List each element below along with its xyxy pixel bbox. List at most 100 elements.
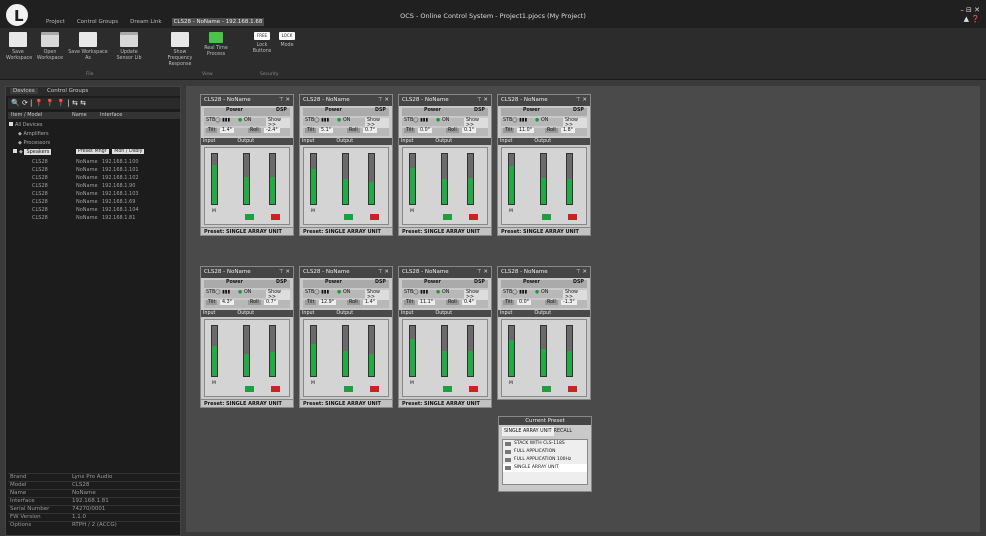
input-mute-label: M (410, 209, 414, 214)
power-on-indicator[interactable]: ● (238, 290, 242, 295)
save-workspace-as-button[interactable]: Save Workspace As (68, 32, 108, 62)
preset-label: Preset: (501, 229, 522, 235)
power-row: Power DSP (402, 108, 488, 116)
power-on-indicator[interactable]: ● (436, 290, 440, 295)
io-header: Input Output (201, 310, 293, 317)
roll-label: Roll (347, 128, 360, 133)
power-on-indicator[interactable]: ● (436, 118, 440, 123)
mute-button-hf[interactable] (568, 214, 577, 220)
preset-row: Preset: SINGLE ARRAY UNIT (399, 227, 491, 235)
panel-pin-close-icon[interactable]: ⊤ ✕ (576, 95, 587, 106)
power-on-label: ON (343, 290, 351, 295)
power-switch[interactable]: STB◯ ▮▮▮ (305, 118, 329, 123)
meter-fill (567, 351, 572, 376)
tree-amplifiers[interactable]: ◆ Amplifiers (18, 131, 49, 137)
mute-button-hf[interactable] (271, 386, 280, 392)
tree-all-devices[interactable]: All Devices (9, 122, 43, 128)
show-frequency-response-button[interactable]: Show Frequency Response (162, 32, 198, 68)
tilt-value: 1.4° (220, 128, 235, 133)
mute-button-lf[interactable] (443, 214, 452, 220)
dsp-label: DSP (573, 108, 584, 113)
power-on-indicator[interactable]: ● (535, 290, 539, 295)
input-label: Input (302, 311, 315, 316)
property-key: Model (10, 482, 27, 488)
tab-control-groups-panel[interactable]: Control Groups (44, 88, 91, 94)
mute-button-hf[interactable] (271, 214, 280, 220)
panel-title: CLS28 - NoName (501, 97, 548, 103)
preset-select[interactable]: SINGLE ARRAY UNIT RECALL (502, 427, 572, 436)
roll-label: Roll (545, 300, 558, 305)
panel-pin-close-icon[interactable]: ⊤ ✕ (279, 267, 290, 278)
show-dsp-button[interactable]: Show >> (563, 290, 587, 300)
panel-title: CLS28 - NoName (402, 269, 449, 275)
mute-button-lf[interactable] (344, 386, 353, 392)
show-dsp-button[interactable]: Show >> (266, 118, 290, 128)
power-on-indicator[interactable]: ● (337, 290, 341, 295)
real-time-process-button[interactable]: Real Time Process (202, 32, 230, 58)
tree-processors[interactable]: ◆ Processors (18, 140, 50, 146)
power-switch[interactable]: STB◯ ▮▮▮ (404, 118, 428, 123)
update-sensor-lib-button[interactable]: Update Sensor Lib (112, 32, 146, 62)
mute-button-lf[interactable] (245, 214, 254, 220)
monitor-button[interactable]: Mon / Dsbly (112, 149, 145, 154)
window-controls[interactable]: – ⊟ ✕ ▲ ❓ (960, 6, 980, 24)
recall-button[interactable]: RECALL (554, 427, 572, 436)
output-meter-hf (269, 153, 276, 205)
property-value: 74270/0001 (72, 506, 106, 512)
power-switch[interactable]: STB◯ ▮▮▮ (206, 290, 230, 295)
show-dsp-button[interactable]: Show >> (365, 290, 389, 300)
mute-button-hf[interactable] (370, 214, 379, 220)
power-switch[interactable]: STB◯ ▮▮▮ (206, 118, 230, 123)
power-on-indicator[interactable]: ● (337, 118, 341, 123)
preset-option[interactable]: FULL APPLICATION (503, 448, 587, 456)
power-controls: STB◯ ▮▮▮ ● ON Show >> (204, 290, 290, 300)
power-on-indicator[interactable]: ● (535, 118, 539, 123)
power-switch[interactable]: STB◯ ▮▮▮ (503, 290, 527, 295)
preset-value: SINGLE ARRAY UNIT (325, 401, 381, 407)
panel-pin-close-icon[interactable]: ⊤ ✕ (477, 267, 488, 278)
dsp-label: DSP (474, 280, 485, 285)
show-dsp-button[interactable]: Show >> (266, 290, 290, 300)
mute-button-lf[interactable] (344, 214, 353, 220)
power-label: Power (424, 280, 441, 285)
preset-manager-button[interactable]: Preset Mngr (76, 149, 109, 154)
panel-pin-close-icon[interactable]: ⊤ ✕ (576, 267, 587, 278)
mute-button-hf[interactable] (469, 386, 478, 392)
panel-pin-close-icon[interactable]: ⊤ ✕ (279, 95, 290, 106)
device-toolbar[interactable]: 🔍 ⟳ | 📍 📍 📍 | ⇆ ⇆ (8, 98, 180, 109)
mode-button[interactable]: LOCK Mode (276, 32, 298, 49)
mute-button-lf[interactable] (245, 386, 254, 392)
preset-row: Preset: SINGLE ARRAY UNIT (201, 227, 293, 235)
tree-speakers[interactable]: ◆ Speakers (13, 149, 52, 155)
power-switch[interactable]: STB◯ ▮▮▮ (404, 290, 428, 295)
property-key: Options (10, 522, 32, 528)
show-dsp-button[interactable]: Show >> (464, 290, 488, 300)
power-switch[interactable]: STB◯ ▮▮▮ (305, 290, 329, 295)
mute-button-lf[interactable] (542, 214, 551, 220)
roll-value: 0.7° (264, 300, 279, 305)
mute-button-hf[interactable] (370, 386, 379, 392)
power-on-label: ON (343, 118, 351, 123)
open-workspace-button[interactable]: Open Workspace (36, 32, 64, 62)
panel-pin-close-icon[interactable]: ⊤ ✕ (378, 95, 389, 106)
mute-button-hf[interactable] (568, 386, 577, 392)
show-dsp-button[interactable]: Show >> (365, 118, 389, 128)
preset-option[interactable]: FULL APPLICATION 100Hz (503, 456, 587, 464)
mute-button-lf[interactable] (443, 386, 452, 392)
preset-list[interactable]: STACK WITH CLS-118S FULL APPLICATION FUL… (502, 439, 588, 485)
power-on-indicator[interactable]: ● (238, 118, 242, 123)
mute-button-hf[interactable] (469, 214, 478, 220)
show-dsp-button[interactable]: Show >> (464, 118, 488, 128)
save-workspace-button[interactable]: Save Workspace (6, 32, 32, 62)
meter-area: M (402, 319, 488, 397)
lock-buttons-button[interactable]: FREE Lock Buttons (250, 32, 274, 55)
preset-option[interactable]: SINGLE ARRAY UNIT (503, 464, 587, 472)
preset-option[interactable]: STACK WITH CLS-118S (503, 440, 587, 448)
roll-value: 1.8° (561, 128, 576, 133)
power-switch[interactable]: STB◯ ▮▮▮ (503, 118, 527, 123)
panel-pin-close-icon[interactable]: ⊤ ✕ (378, 267, 389, 278)
tab-devices[interactable]: Devices (10, 88, 38, 94)
show-dsp-button[interactable]: Show >> (563, 118, 587, 128)
mute-button-lf[interactable] (542, 386, 551, 392)
panel-pin-close-icon[interactable]: ⊤ ✕ (477, 95, 488, 106)
